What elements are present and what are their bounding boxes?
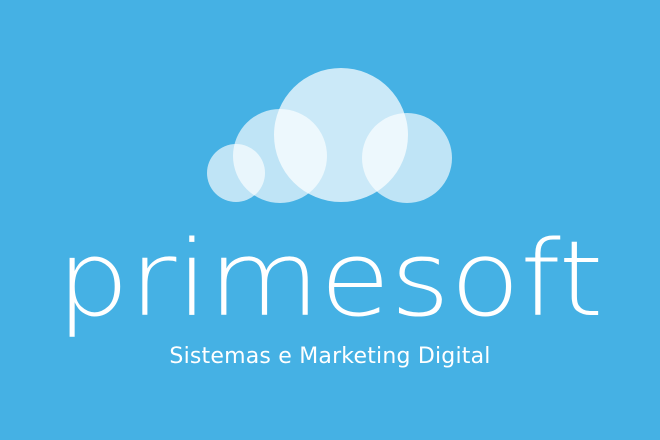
brand-name-text: primesoft — [57, 218, 604, 340]
logo-canvas: primesoft Sistemas e Marketing Digital — [0, 0, 660, 440]
brand-name: primesoft — [57, 218, 604, 340]
tagline: Sistemas e Marketing Digital — [169, 344, 491, 369]
